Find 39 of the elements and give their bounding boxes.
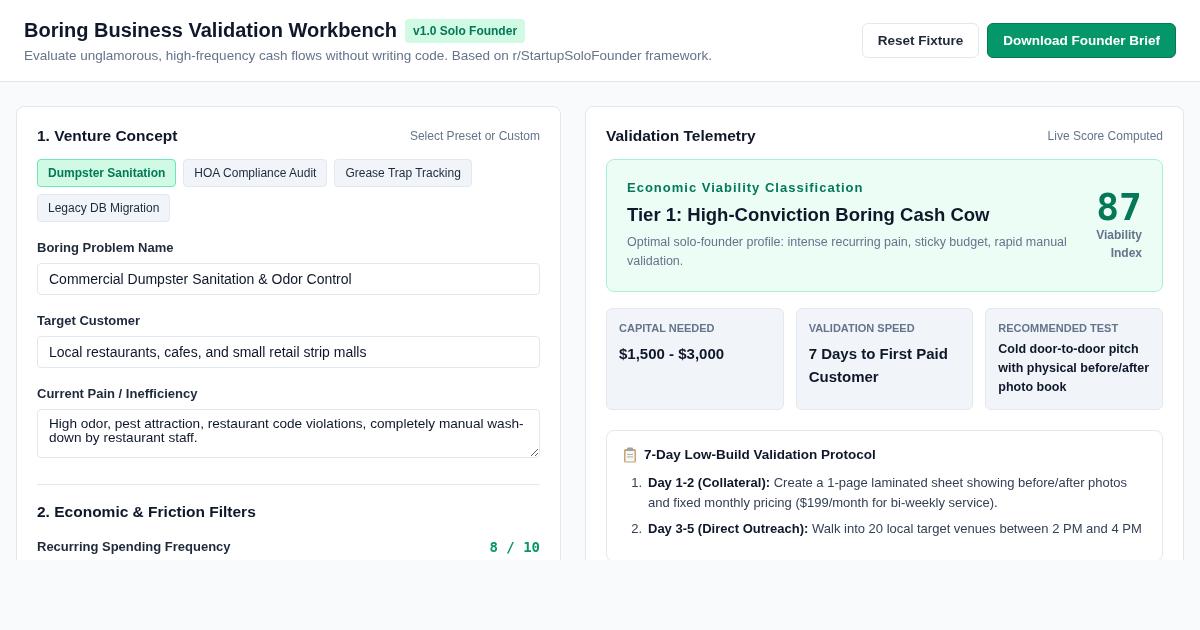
metric-value: Cold door-to-door pitch with physical before/after photo book: [998, 340, 1150, 397]
section-title: Validation Telemetry: [606, 127, 756, 145]
reset-button[interactable]: Reset Fixture: [861, 23, 980, 58]
field-label: Target Customer: [37, 313, 142, 328]
metric-label: VALIDATION SPEED: [808, 321, 916, 334]
version-badge: v1.0 Solo Founder: [405, 18, 526, 43]
text-area[interactable]: High odor, pest attraction, restaurant code violations, completely manual wash-down by restaurant staff.: [37, 409, 540, 458]
page-subtitle: Evaluate unglamorous, high-frequency cash flows without writing code. Based on r/StartupSoloFounder framework.: [24, 47, 713, 63]
protocol-title: 7-Day Low-Build Validation Protocol: [644, 447, 876, 462]
clipboard-icon: [623, 446, 637, 463]
score-label: Viability Index: [1095, 227, 1142, 263]
input-field[interactable]: Local restaurants, cafes, and small retail strip malls: [37, 336, 540, 368]
tier-title: Tier 1: High-Conviction Boring Cash Cow: [627, 204, 991, 226]
score-value: 87: [1095, 188, 1142, 227]
preset-chip[interactable]: Grease Trap Tracking: [334, 159, 472, 187]
section-title: 2. Economic & Friction Filters: [37, 503, 257, 521]
page-title: Boring Business Validation Workbench: [24, 19, 398, 42]
input-field[interactable]: Commercial Dumpster Sanitation & Odor Control: [37, 263, 540, 295]
metric-value: 7 Days to First Paid Customer: [808, 343, 949, 387]
download-button[interactable]: Download Founder Brief: [987, 23, 1176, 58]
step-number: 1.: [630, 473, 642, 492]
step-number: 2.: [630, 519, 642, 538]
preset-chip[interactable]: Dumpster Sanitation: [37, 159, 177, 187]
tier-description: Optimal solo-founder profile: intense recurring pain, sticky budget, rapid manual validation.: [627, 234, 1068, 270]
section-hint: Select Preset or Custom: [409, 129, 540, 143]
metric-value: $1,500 - $3,000: [619, 343, 726, 364]
preset-chip[interactable]: Legacy DB Migration: [37, 194, 171, 222]
section-hint: Live Score Computed: [1047, 129, 1163, 143]
step-text: Day 1-2 (Collateral): Create a 1-page laminated sheet showing before/after photos and fixed monthly pricing ($199/month for bi-weekly service).: [648, 473, 1129, 512]
field-label: Boring Problem Name: [37, 240, 175, 255]
section-title: 1. Venture Concept: [37, 127, 178, 145]
metric-label: CAPITAL NEEDED: [619, 321, 716, 334]
step-text: Day 3-5 (Direct Outreach): Walk into 20 local target venues between 2 PM and 4 PM: [648, 519, 1142, 538]
metric-label: RECOMMENDED TEST: [998, 321, 1120, 334]
filter-reading: 8 / 10: [489, 539, 540, 557]
preset-chip[interactable]: HOA Compliance Audit: [183, 159, 328, 187]
field-label: Current Pain / Inefficiency: [37, 386, 199, 401]
classification-eyebrow: Economic Viability Classification: [627, 180, 865, 195]
filter-label: Recurring Spending Frequency: [37, 539, 231, 554]
